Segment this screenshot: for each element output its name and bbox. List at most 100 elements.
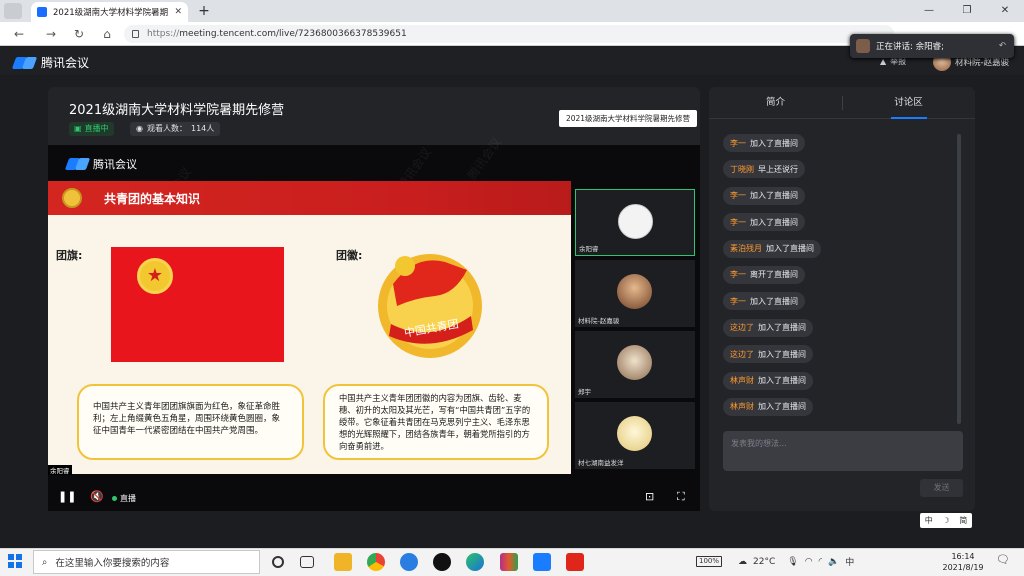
speaker-avatar [856, 39, 870, 53]
emblem-label: 团徽: [336, 249, 363, 262]
meeting-title: 2021级湖南大学材料学院暑期先修营 [69, 103, 285, 118]
chat-message: 丁晓刚 早上还说行 [723, 160, 805, 179]
chat-sender[interactable]: 李一 [730, 217, 746, 228]
wifi-icon[interactable]: ◜ [819, 557, 823, 567]
chat-sender[interactable]: 林声财 [730, 375, 754, 386]
camera-icon: ▣ [74, 124, 82, 133]
notification-icon[interactable]: 🗨 [996, 553, 1012, 569]
chat-text: 早上还说行 [758, 164, 798, 174]
network-icon[interactable]: ◠ [805, 557, 813, 567]
chat-sender[interactable]: 这边了 [730, 322, 754, 333]
flag-description: 中国共产主义青年团团旗旗面为红色，象征革命胜利；左上角缀黄色五角星，周围环绕黄色… [77, 384, 304, 460]
viewer-count: ◉ 观看人数： 114人 [130, 122, 221, 136]
close-window-icon[interactable]: ✕ [986, 0, 1024, 22]
star-icon: ★ [137, 258, 173, 294]
participant-tile[interactable]: 郑宇 [575, 331, 695, 398]
search-icon: ⌕ [42, 556, 48, 568]
chat-sender[interactable]: 李一 [730, 190, 746, 201]
ie-icon[interactable] [400, 553, 418, 571]
presenter-name: 余阳睿 [48, 465, 72, 475]
chat-sender[interactable]: 林声财 [730, 401, 754, 412]
mute-icon[interactable]: 🔇 [90, 490, 104, 503]
home-icon[interactable]: ⌂ [100, 27, 114, 41]
screenshot-icon[interactable]: ⊡ [645, 490, 654, 503]
cortana-icon[interactable] [272, 556, 284, 568]
taskbar-search[interactable]: ⌕ 在这里输入你要搜索的内容 [33, 550, 260, 574]
chat-text: 加入了直播间 [750, 296, 798, 306]
window-controls: — ❐ ✕ [910, 0, 1024, 22]
chat-text: 加入了直播间 [750, 217, 798, 227]
clock[interactable]: 16:14 2021/8/19 [940, 551, 986, 573]
chrome-icon[interactable] [367, 553, 385, 571]
chat-message: 李一 加入了直播间 [723, 292, 805, 311]
windows-start-icon[interactable] [8, 554, 22, 568]
tab-intro[interactable]: 简介 [709, 87, 842, 119]
live-indicator: 直播 [112, 493, 136, 504]
ime-toolbar[interactable]: 中 ☽ 简 [920, 513, 972, 528]
chat-sender[interactable]: 李一 [730, 296, 746, 307]
chat-message: 这边了 加入了直播间 [723, 318, 813, 337]
tencent-meeting-logo-icon [11, 56, 38, 69]
emblem-description: 中国共产主义青年团团徽的内容为团旗、齿轮、麦穗、初升的太阳及其光芒，写有“中国共… [323, 384, 549, 460]
chat-sender[interactable]: 这边了 [730, 349, 754, 360]
player-controls [48, 486, 700, 511]
new-tab-icon[interactable]: + [196, 3, 212, 19]
weather-text[interactable]: 22°C [753, 557, 775, 567]
tab-actions-button[interactable] [4, 3, 22, 19]
chat-sender[interactable]: 李一 [730, 269, 746, 280]
qq-icon[interactable] [433, 553, 451, 571]
wps-icon[interactable] [566, 553, 584, 571]
chat-text: 加入了直播间 [758, 376, 806, 386]
chat-sender[interactable]: 李一 [730, 138, 746, 149]
chat-message: 李一 加入了直播间 [723, 213, 805, 232]
league-emblem-icon [62, 188, 82, 208]
avatar [617, 416, 652, 451]
fullscreen-icon[interactable]: ⛶ [677, 490, 685, 504]
chat-message: 李一 加入了直播间 [723, 134, 805, 152]
chat-text: 离开了直播间 [750, 270, 798, 280]
chat-text: 加入了直播间 [766, 244, 814, 254]
winrar-icon[interactable] [500, 553, 518, 571]
reload-icon[interactable]: ↻ [72, 27, 86, 41]
participant-tile[interactable]: 材料院-赵嘉骏 [575, 260, 695, 327]
tencent-meeting-taskbar-icon[interactable] [533, 553, 551, 571]
forward-icon[interactable]: → [44, 27, 58, 41]
speaking-indicator: 正在讲话: 余阳睿; ↶ [850, 34, 1014, 58]
chat-message: 这边了 加入了直播间 [723, 345, 813, 364]
input-language[interactable]: 中 [845, 555, 854, 568]
file-explorer-icon[interactable] [334, 553, 352, 571]
close-tab-icon[interactable]: ✕ [174, 7, 182, 17]
back-icon[interactable]: ← [12, 27, 26, 41]
edge-icon[interactable] [466, 553, 484, 571]
send-button[interactable]: 发送 [920, 479, 963, 497]
participant-tile[interactable]: 余阳睿 [575, 189, 695, 256]
pause-icon[interactable]: ❚❚ [58, 490, 76, 503]
avatar [617, 274, 652, 309]
minimize-icon[interactable]: — [910, 0, 948, 22]
slide-heading: 共青团的基本知识 [104, 191, 201, 206]
undo-icon[interactable]: ↶ [999, 41, 1006, 51]
tencent-meeting-favicon-icon [37, 7, 47, 17]
volume-icon[interactable]: 🔈 [828, 557, 839, 567]
participant-tile[interactable]: 材七湖南益发洋 [575, 402, 695, 469]
app-logo: 腾讯会议 [11, 54, 89, 71]
chat-message: 林声财 加入了直播间 [723, 397, 813, 416]
task-view-icon[interactable] [300, 556, 314, 568]
browser-tab[interactable]: 2021级湖南大学材料学院暑期先... ✕ [31, 2, 188, 22]
title-tooltip: 2021级湖南大学材料学院暑期先修营 [559, 110, 697, 127]
chat-sender[interactable]: 丁晓刚 [730, 164, 754, 175]
url-field[interactable]: https://meeting.tencent.com/live/7236800… [124, 25, 894, 43]
flag-label: 团旗: [56, 249, 83, 262]
battery-icon[interactable]: 100% [696, 556, 723, 567]
lock-icon [132, 30, 139, 38]
slide-logo: 腾讯会议 [64, 156, 137, 172]
chat-scrollbar[interactable] [957, 134, 961, 424]
tab-discussion[interactable]: 讨论区 [842, 87, 975, 119]
chat-sender[interactable]: 素泊残月 [730, 243, 762, 254]
maximize-icon[interactable]: ❐ [948, 0, 986, 22]
comment-input[interactable]: 发表我的想法... [723, 431, 963, 471]
league-emblem-image: 中国共青团 [378, 254, 482, 358]
tab-title: 2021级湖南大学材料学院暑期先... [53, 8, 169, 18]
chat-message: 林声财 加入了直播间 [723, 371, 813, 390]
mic-icon[interactable]: 🎙 [787, 557, 798, 567]
